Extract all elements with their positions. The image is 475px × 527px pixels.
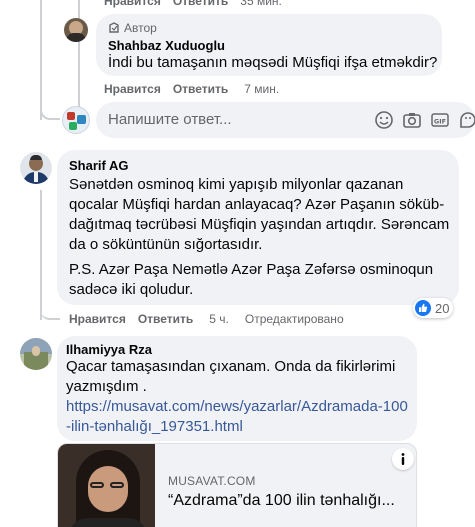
like-link[interactable]: Нравится (104, 82, 161, 96)
avatar[interactable] (20, 338, 52, 370)
avatar[interactable] (20, 152, 52, 184)
author-badge-icon (109, 22, 119, 33)
top-actions-row: Нравится Ответить 35 мин. (104, 0, 282, 8)
like-link[interactable]: Нравится (104, 0, 161, 8)
reactions-count: 20 (435, 300, 450, 316)
comment-bubble: Sharif AG Sənətdən osminoq kimi yapışıb … (57, 150, 459, 305)
edited-label: Отредактировано (244, 312, 344, 326)
comment-actions: Нравится Ответить 7 мин. (104, 82, 279, 96)
camera-icon[interactable] (402, 110, 422, 130)
smile-icon[interactable] (374, 110, 394, 130)
reply-input[interactable]: Напишите ответ... GIF (96, 102, 475, 138)
author-badge: Автор (108, 20, 157, 36)
comment-author[interactable]: Sharif AG (69, 158, 128, 174)
comment-text: Qacar tamaşasından çıxanam. Onda da fiki… (66, 358, 396, 395)
comment-link[interactable]: https://musavat.com/news/yazarlar/Azdram… (66, 397, 411, 437)
avatar[interactable] (64, 18, 88, 42)
reply-link[interactable]: Ответить (138, 312, 193, 326)
comment-text: P.S. Azər Paşa Nemətlə Azər Paşa Zəfərsə… (69, 261, 434, 298)
timestamp[interactable]: 5 ч. (209, 312, 229, 326)
thread-curve (40, 80, 60, 120)
gif-icon[interactable]: GIF (430, 110, 450, 130)
comment-author[interactable]: Ilhamiyya Rza (66, 342, 152, 358)
timestamp[interactable]: 7 мин. (244, 82, 279, 96)
comment-bubble: Автор Shahbaz Xuduoglu İndi bu tamaşanın… (96, 14, 442, 76)
like-reaction-icon (415, 300, 431, 316)
link-preview-image (58, 444, 155, 527)
current-user-avatar[interactable] (62, 106, 90, 134)
comment-bubble: Ilhamiyya Rza Qacar tamaşasından çıxanam… (57, 336, 417, 441)
reactions-summary[interactable]: 20 (413, 298, 454, 318)
link-preview-domain: MUSAVAT.COM (168, 474, 256, 488)
svg-text:GIF: GIF (434, 118, 446, 126)
info-icon (401, 453, 405, 465)
comment-actions: Нравится Ответить 5 ч. Отредактировано (69, 312, 344, 326)
thread-line (40, 190, 42, 320)
timestamp[interactable]: 35 мин. (240, 0, 282, 8)
comment-text: İndi bu tamaşanın məqsədi Müşfiqi ifşa e… (108, 54, 438, 71)
info-button[interactable] (392, 448, 414, 470)
link-preview-title: “Azdrama”da 100 ilin tənhalığı... (168, 492, 395, 509)
sticker-icon[interactable] (458, 110, 475, 130)
comment-text: Sənətdən osminoq kimi yapışıb milyonlar … (69, 176, 450, 253)
reply-input-placeholder: Напишите ответ... (108, 111, 232, 128)
link-preview-card[interactable]: MUSAVAT.COM “Azdrama”da 100 ilin tənhalı… (57, 443, 417, 527)
reply-link[interactable]: Ответить (173, 82, 228, 96)
like-link[interactable]: Нравится (69, 312, 126, 326)
comment-author[interactable]: Shahbaz Xuduoglu (108, 38, 225, 54)
reply-link[interactable]: Ответить (173, 0, 228, 8)
thread-curve (40, 310, 60, 320)
author-badge-label: Автор (124, 21, 157, 35)
